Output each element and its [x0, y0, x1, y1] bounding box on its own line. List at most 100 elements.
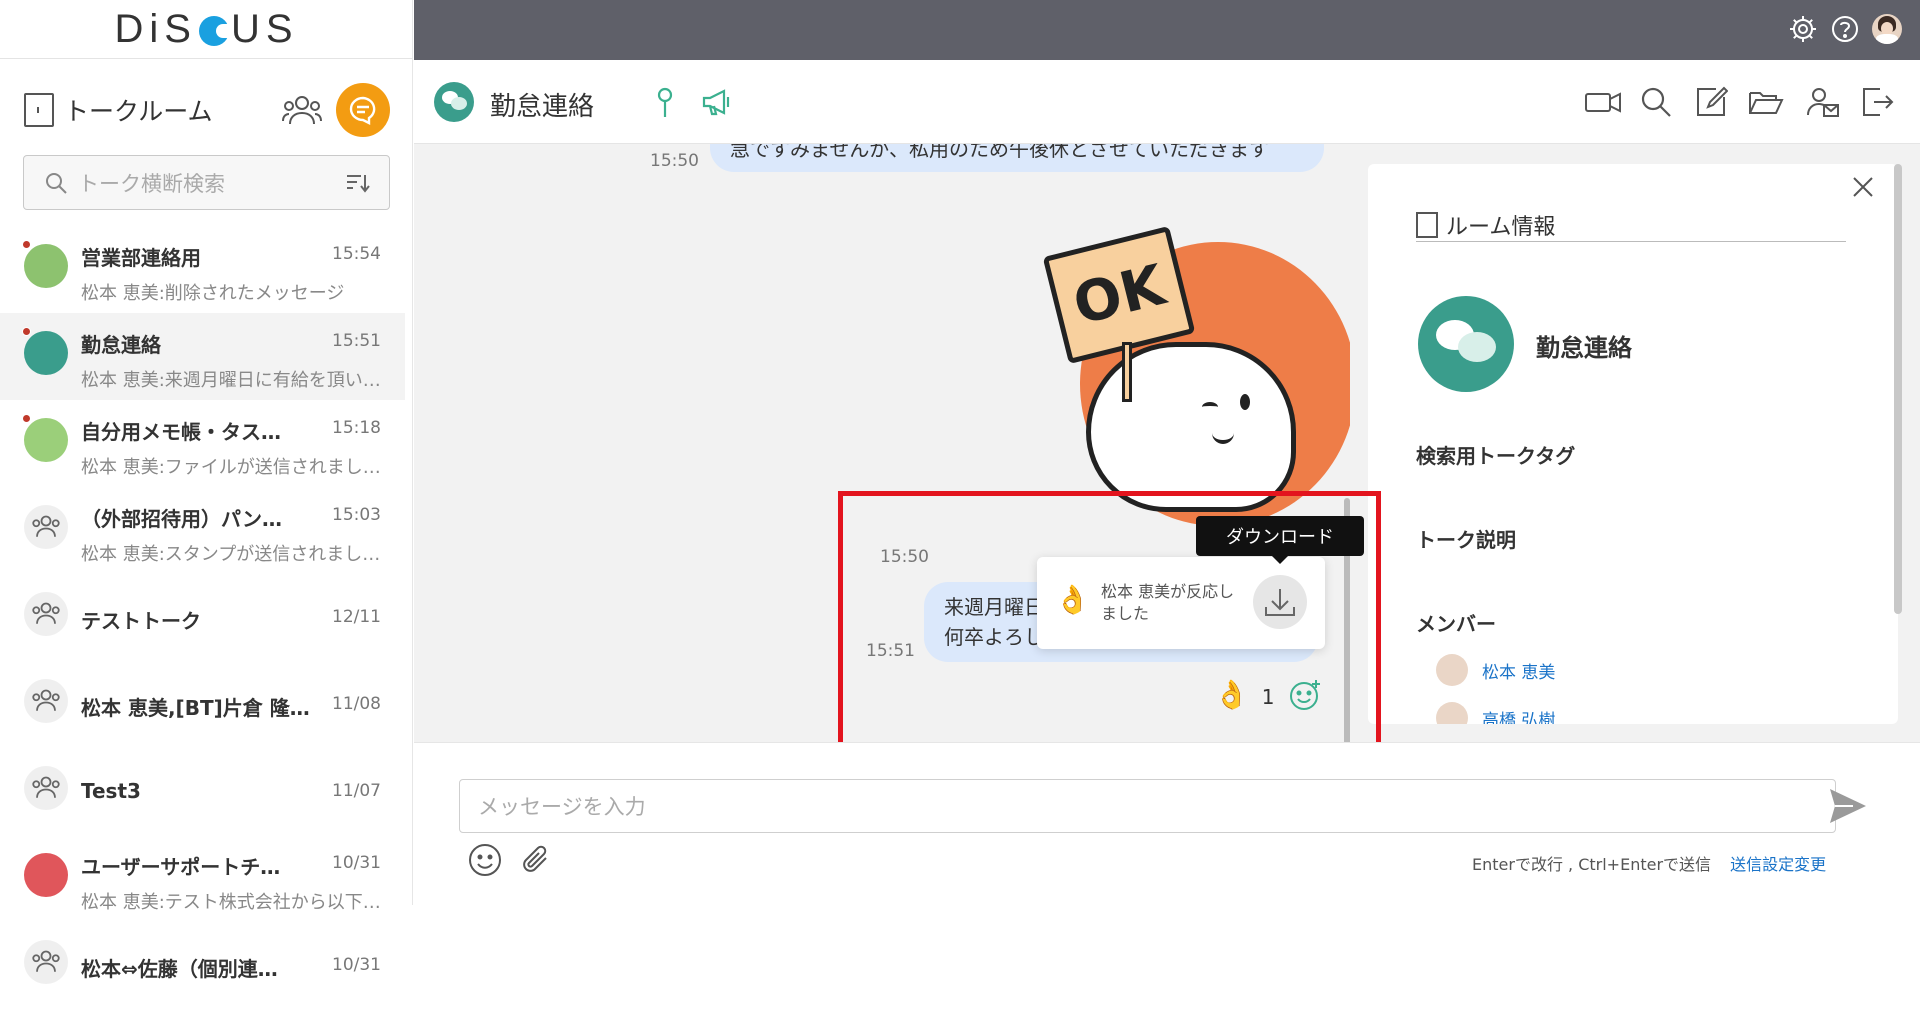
- avatar: [1436, 702, 1468, 724]
- room-item[interactable]: 松本⇔佐藤（個別連… 10/31: [0, 922, 405, 1009]
- room-item[interactable]: 松本 恵美,[BT]片倉 隆… 11/08: [0, 661, 405, 748]
- room-time: 15:03: [332, 505, 381, 525]
- room-avatar-large: [1418, 296, 1514, 392]
- room-name: Test3: [81, 779, 141, 803]
- room-last-message: 松本 恵美:来週月曜日に有給を頂い…: [81, 370, 381, 391]
- panel-title: ルーム情報: [1446, 214, 1556, 240]
- folder-icon[interactable]: [1748, 85, 1784, 119]
- rooms-title: トークルーム: [64, 97, 213, 126]
- room-name: 勤怠連絡: [81, 333, 161, 357]
- message-time: 15:50: [650, 151, 699, 171]
- group-icon[interactable]: [282, 94, 322, 128]
- room-time: 11/07: [332, 781, 381, 801]
- sidebar: Di S US トークルーム トーク横断検索 営業部連絡用 15:54 松本 恵美:削除…: [0, 0, 413, 984]
- room-avatar: [24, 418, 68, 462]
- talk-search-input[interactable]: トーク横断検索: [23, 155, 390, 210]
- message-bubble[interactable]: 急ですみませんが、私用のため午後休とさせていただきます: [710, 144, 1324, 172]
- send-settings-link[interactable]: 送信設定変更: [1730, 855, 1826, 874]
- group-icon: [24, 940, 68, 984]
- room-title: 勤怠連絡: [490, 92, 595, 122]
- members-label: メンバー: [1416, 612, 1496, 636]
- send-hint-text: Enterで改行 , Ctrl+Enterで送信: [1472, 855, 1712, 874]
- rooms-header: トークルーム: [24, 92, 213, 128]
- room-time: 11/08: [332, 694, 381, 714]
- gear-icon[interactable]: [1788, 14, 1818, 44]
- announcement-icon[interactable]: [700, 85, 734, 119]
- group-icon: [24, 505, 68, 549]
- room-time: 10/31: [332, 955, 381, 975]
- pin-icon[interactable]: [648, 85, 682, 119]
- invite-member-icon[interactable]: [1806, 85, 1840, 119]
- unread-dot: [22, 414, 31, 423]
- help-icon[interactable]: [1830, 14, 1860, 44]
- new-talk-button[interactable]: [336, 83, 390, 137]
- top-bar: [414, 0, 1920, 60]
- room-name: 松本 恵美,[BT]片倉 隆…: [81, 696, 310, 720]
- close-icon[interactable]: [1852, 176, 1874, 198]
- room-last-message: 松本 恵美:スタンプが送信されまし…: [81, 544, 381, 565]
- room-time: 10/31: [332, 853, 381, 873]
- video-call-icon[interactable]: [1584, 85, 1622, 119]
- send-hint: Enterで改行 , Ctrl+Enterで送信 送信設定変更: [1472, 851, 1826, 875]
- panel-header: ルーム情報: [1416, 208, 1846, 242]
- door-icon: [1416, 211, 1438, 238]
- room-item[interactable]: ユーザーサポートチ… 10/31 松本 恵美:テスト株式会社から以下…: [0, 835, 405, 922]
- room-item[interactable]: 営業部連絡用 15:54 松本 恵美:削除されたメッセージ: [0, 226, 405, 313]
- panel-scrollbar[interactable]: [1894, 164, 1902, 614]
- download-icon: [1265, 589, 1295, 616]
- tag-label: 検索用トークタグ: [1416, 444, 1576, 468]
- search-icon[interactable]: [1639, 85, 1673, 119]
- reaction-notification-popup: 👌 松本 恵美が反応しました: [1037, 557, 1325, 649]
- member-name[interactable]: 高橋 弘樹: [1482, 706, 1555, 725]
- group-icon: [24, 592, 68, 636]
- popup-text: 松本 恵美が反応しました: [1101, 582, 1235, 623]
- download-tooltip: ダウンロード: [1196, 516, 1364, 564]
- message-text: 急ですみませんが、私用のため午後休とさせていただきます: [730, 144, 1269, 161]
- member-item[interactable]: 松本 恵美: [1436, 654, 1555, 686]
- leave-room-icon[interactable]: [1860, 85, 1894, 119]
- room-last-message: 松本 恵美:テスト株式会社から以下…: [81, 892, 381, 913]
- attachment-icon[interactable]: [520, 843, 554, 877]
- room-name: ユーザーサポートチ…: [81, 855, 281, 879]
- message-input-placeholder: メッセージを入力: [478, 795, 646, 819]
- composer: メッセージを入力 Enterで改行 , Ctrl+Enterで送信 送信設定変更: [414, 742, 1920, 905]
- logo-mark-icon: [198, 16, 232, 46]
- emoji-icon[interactable]: [468, 843, 502, 877]
- send-icon[interactable]: [1828, 787, 1868, 825]
- sort-icon[interactable]: [345, 172, 371, 194]
- app-logo[interactable]: Di S US: [0, 0, 413, 59]
- new-chat-icon: [349, 96, 376, 125]
- door-icon: [24, 93, 54, 127]
- message-input[interactable]: メッセージを入力: [459, 779, 1836, 833]
- member-item[interactable]: 高橋 弘樹: [1436, 702, 1555, 724]
- unread-dot: [22, 240, 31, 249]
- room-name: （外部招待用）パン…: [81, 507, 282, 531]
- room-item[interactable]: 勤怠連絡 15:51 松本 恵美:来週月曜日に有給を頂い…: [0, 313, 405, 400]
- room-name: テストトーク: [81, 609, 201, 633]
- ok-sticker[interactable]: OK: [974, 225, 1350, 532]
- room-last-message: 松本 恵美:ファイルが送信されまし…: [81, 457, 381, 478]
- group-icon: [24, 679, 68, 723]
- avatar: [1436, 654, 1468, 686]
- chat-header: 勤怠連絡: [414, 60, 1920, 144]
- room-item[interactable]: 自分用メモ帳・タス… 15:18 松本 恵美:ファイルが送信されまし…: [0, 400, 405, 487]
- room-name: 自分用メモ帳・タス…: [81, 420, 281, 444]
- room-avatar: [24, 331, 68, 375]
- edit-note-icon[interactable]: [1694, 85, 1728, 119]
- description-label: トーク説明: [1416, 528, 1516, 552]
- room-avatar: [24, 244, 68, 288]
- group-icon: [24, 766, 68, 810]
- room-item[interactable]: （外部招待用）パン… 15:03 松本 恵美:スタンプが送信されまし…: [0, 487, 405, 574]
- user-avatar[interactable]: [1872, 14, 1902, 44]
- room-avatar: [434, 82, 474, 122]
- room-item[interactable]: テストトーク 12/11: [0, 574, 405, 661]
- room-last-message: 松本 恵美:削除されたメッセージ: [81, 283, 345, 304]
- search-placeholder: トーク横断検索: [78, 171, 225, 196]
- room-item[interactable]: Test3 11/07: [0, 748, 405, 835]
- room-time: 15:54: [332, 244, 381, 264]
- room-time: 15:18: [332, 418, 381, 438]
- member-name[interactable]: 松本 恵美: [1482, 658, 1555, 683]
- download-button[interactable]: [1253, 575, 1307, 629]
- room-time: 12/11: [332, 607, 381, 627]
- popup-emoji: 👌: [1055, 583, 1090, 616]
